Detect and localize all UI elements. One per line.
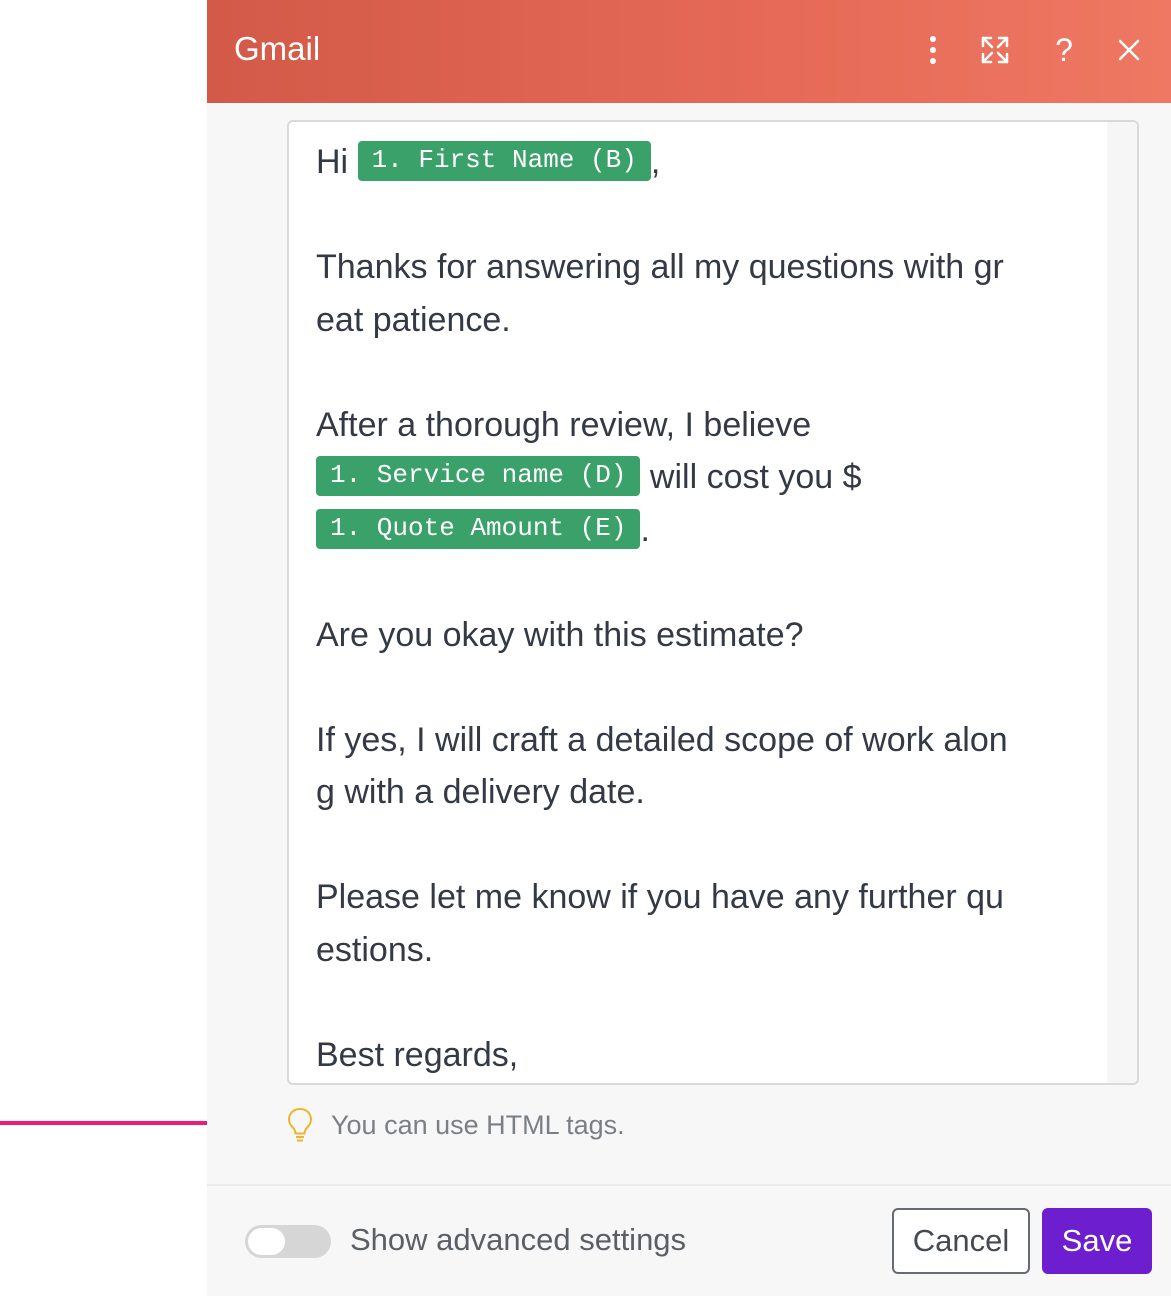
advanced-settings-toggle[interactable] — [245, 1225, 331, 1258]
lightbulb-icon — [287, 1107, 313, 1142]
html-hint: You can use HTML tags. — [287, 1100, 625, 1150]
close-icon[interactable] — [1109, 30, 1149, 70]
paragraph-thanks: Thanks for answering all my questions wi… — [316, 248, 1004, 339]
expand-icon[interactable] — [975, 30, 1015, 70]
panel-title: Gmail — [234, 30, 321, 67]
paragraph-review: After a thorough review, I believe 1. Se… — [316, 405, 862, 549]
paragraph-question: Are you okay with this estimate? — [316, 615, 804, 654]
gmail-module-panel: Gmail ? Hi 1. First Name (B) , Thanks fo… — [207, 0, 1171, 1296]
closing-line: Best regards, — [316, 1035, 519, 1074]
cancel-button[interactable]: Cancel — [892, 1208, 1030, 1274]
editor-content[interactable]: Hi 1. First Name (B), Thanks for answeri… — [316, 136, 1096, 1081]
editor-scrollbar[interactable] — [1107, 122, 1137, 1083]
footer-divider — [207, 1184, 1171, 1186]
token-service-name[interactable]: 1. Service name (D) — [316, 456, 641, 497]
more-vertical-icon[interactable] — [913, 30, 953, 70]
token-first-name[interactable]: 1. First Name (B) — [357, 141, 651, 182]
token-quote-amount[interactable]: 1. Quote Amount (E) — [316, 508, 641, 549]
panel-header: Gmail ? — [207, 0, 1171, 103]
save-button[interactable]: Save — [1042, 1208, 1152, 1274]
hint-text: You can use HTML tags. — [331, 1109, 625, 1140]
email-body-editor[interactable]: Hi 1. First Name (B), Thanks for answeri… — [287, 120, 1139, 1085]
paragraph-scope: If yes, I will craft a detailed scope of… — [316, 720, 1008, 812]
paragraph-further: Please let me know if you have any furth… — [316, 878, 1004, 969]
advanced-settings-label[interactable]: Show advanced settings — [350, 1222, 686, 1258]
greeting-line: Hi 1. First Name (B), — [316, 141, 661, 182]
help-icon[interactable]: ? — [1044, 30, 1084, 70]
toggle-knob — [248, 1228, 285, 1255]
